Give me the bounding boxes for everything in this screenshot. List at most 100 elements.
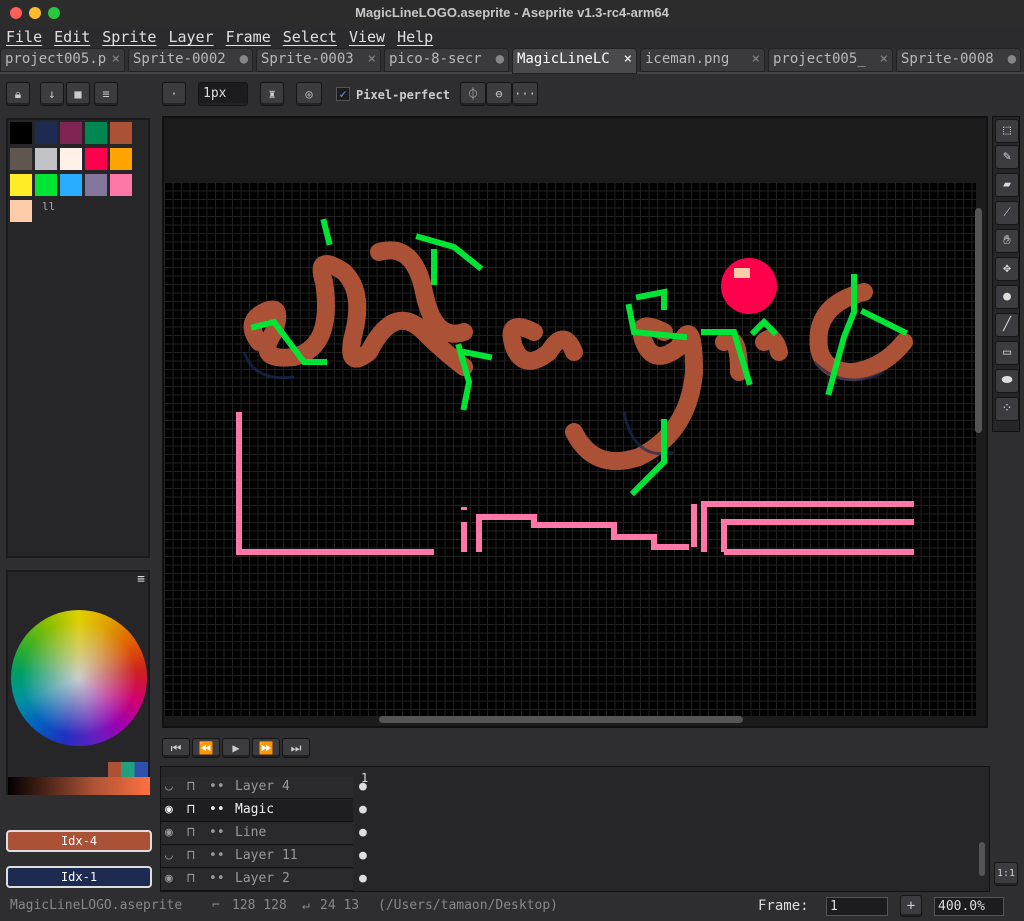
palette-swatch[interactable] [85,122,107,144]
palette-swatch[interactable] [10,174,32,196]
palette-swatch[interactable] [10,200,32,222]
brush-type-button[interactable]: · [162,82,186,106]
menu-sprite[interactable]: Sprite [96,26,162,48]
layer-name[interactable]: Magic [235,802,274,817]
eye-closed-icon[interactable]: ◡ [165,848,173,863]
continuous-icon[interactable]: •• [209,779,225,794]
modified-icon[interactable]: ● [496,51,504,69]
zoom-field[interactable]: 400.0% [934,897,1004,916]
palette-swatch[interactable] [35,174,57,196]
shade-bar[interactable] [8,777,150,795]
palette-presets-button[interactable]: ■ [66,82,90,106]
play-button[interactable]: ▶ [222,738,250,758]
cel-icon[interactable]: ● [359,825,367,840]
menu-file[interactable]: File [0,26,48,48]
pencil-tool[interactable]: ✎ [995,145,1019,169]
harmony-swatches[interactable] [108,762,148,777]
continuous-icon[interactable]: •• [209,825,225,840]
eye-closed-icon[interactable]: ◡ [165,779,173,794]
close-window-button[interactable] [10,7,22,19]
palette-swatch[interactable] [10,148,32,170]
continuous-icon[interactable]: •• [209,802,225,817]
close-icon[interactable]: × [880,51,888,69]
tab-sprite-0003[interactable]: Sprite-0003 × [256,48,381,72]
menu-icon[interactable]: ≡ [137,572,145,587]
close-icon[interactable]: × [752,51,760,69]
modified-icon[interactable]: ● [1008,51,1016,69]
menu-select[interactable]: Select [277,26,343,48]
layer-name[interactable]: Layer 2 [235,871,290,886]
palette-swatch[interactable] [85,174,107,196]
palette-swatch[interactable] [10,122,32,144]
cel-icon[interactable]: ● [359,802,367,817]
tab-pico-8[interactable]: pico-8-secr ● [384,48,509,72]
color-wheel[interactable] [11,610,147,746]
hand-tool[interactable]: ✋︎ [995,229,1019,253]
opacity-button[interactable]: ◎ [296,82,322,106]
lock-palette-button[interactable]: 🔒︎ [6,82,30,106]
eye-icon[interactable]: ◉ [165,871,173,886]
marquee-tool[interactable]: ⬚ [995,119,1019,143]
layer-row[interactable]: ◉ ⊓ •• Line ● [161,823,367,845]
palette-swatch[interactable] [110,148,132,170]
vertical-scrollbar[interactable] [975,208,982,433]
next-frame-button[interactable]: ⏩ [252,738,280,758]
palette-swatch[interactable] [110,174,132,196]
contour-tool[interactable]: ⬬ [995,369,1019,393]
zoom-reset-button[interactable]: 1:1 [994,862,1018,886]
layer-name[interactable]: Layer 4 [235,779,290,794]
line-tool[interactable]: ╱ [995,313,1019,337]
ink-button[interactable]: ♜ [260,82,284,106]
palette-swatch[interactable] [35,148,57,170]
layer-row[interactable]: ◡ ⊓ •• Layer 4 ● [161,777,367,799]
palette-options-button[interactable]: ≡ [94,82,118,106]
layer-row[interactable]: ◉ ⊓ •• Layer 2 ● [161,869,367,891]
horizontal-scrollbar[interactable] [379,716,743,723]
symmetry-options-button[interactable]: ··· [512,82,538,106]
eye-icon[interactable]: ◉ [165,825,173,840]
tab-project005[interactable]: project005.p × [0,48,125,72]
menu-layer[interactable]: Layer [162,26,219,48]
previous-frame-button[interactable]: ⏪ [192,738,220,758]
background-color-button[interactable]: Idx-1 [6,866,152,888]
pixel-perfect-checkbox[interactable]: ✓ [336,87,350,101]
first-frame-button[interactable]: ⏮ [162,738,190,758]
tab-project005-2[interactable]: project005_ × [768,48,893,72]
last-frame-button[interactable]: ⏭ [282,738,310,758]
layer-name[interactable]: Line [235,825,266,840]
layer-row[interactable]: ◡ ⊓ •• Layer 11 ● [161,846,367,868]
menu-view[interactable]: View [343,26,391,48]
canvas-editor[interactable] [162,116,988,728]
palette-swatch[interactable] [35,122,57,144]
move-tool[interactable]: ✥ [995,257,1019,281]
cel-icon[interactable]: ● [359,871,367,886]
close-icon[interactable]: × [368,51,376,69]
palette-swatch[interactable] [110,122,132,144]
palette-sort-button[interactable]: ↓ [40,82,64,106]
timeline-scrollbar[interactable] [979,842,985,876]
symmetry-vertical-button[interactable]: ⏀ [460,82,486,106]
layer-row[interactable]: ◉ ⊓ •• Magic ● [161,800,367,822]
tab-magiclinelogo[interactable]: MagicLineLC × [512,48,637,74]
symmetry-horizontal-button[interactable]: ⊖ [486,82,512,106]
palette-swatch[interactable] [60,148,82,170]
eraser-tool[interactable]: ▰ [995,173,1019,197]
cel-icon[interactable]: ● [359,779,367,794]
lock-icon[interactable]: ⊓ [187,871,195,886]
minimize-window-button[interactable] [29,7,41,19]
brush-size-field[interactable]: 1px [198,82,248,106]
tab-iceman[interactable]: iceman.png × [640,48,765,72]
foreground-color-button[interactable]: Idx-4 [6,830,152,852]
eye-icon[interactable]: ◉ [165,802,173,817]
tab-sprite-0008[interactable]: Sprite-0008 ● [896,48,1021,72]
add-frame-button[interactable]: + [900,895,922,917]
fill-tool[interactable]: ● [995,285,1019,309]
continuous-icon[interactable]: •• [209,871,225,886]
lock-icon[interactable]: ⊓ [187,848,195,863]
menu-help[interactable]: Help [391,26,439,48]
maximize-window-button[interactable] [48,7,60,19]
rectangle-tool[interactable]: ▭ [995,341,1019,365]
palette-swatch[interactable] [60,122,82,144]
lock-icon[interactable]: ⊓ [187,802,195,817]
sprite-canvas[interactable] [164,182,976,716]
